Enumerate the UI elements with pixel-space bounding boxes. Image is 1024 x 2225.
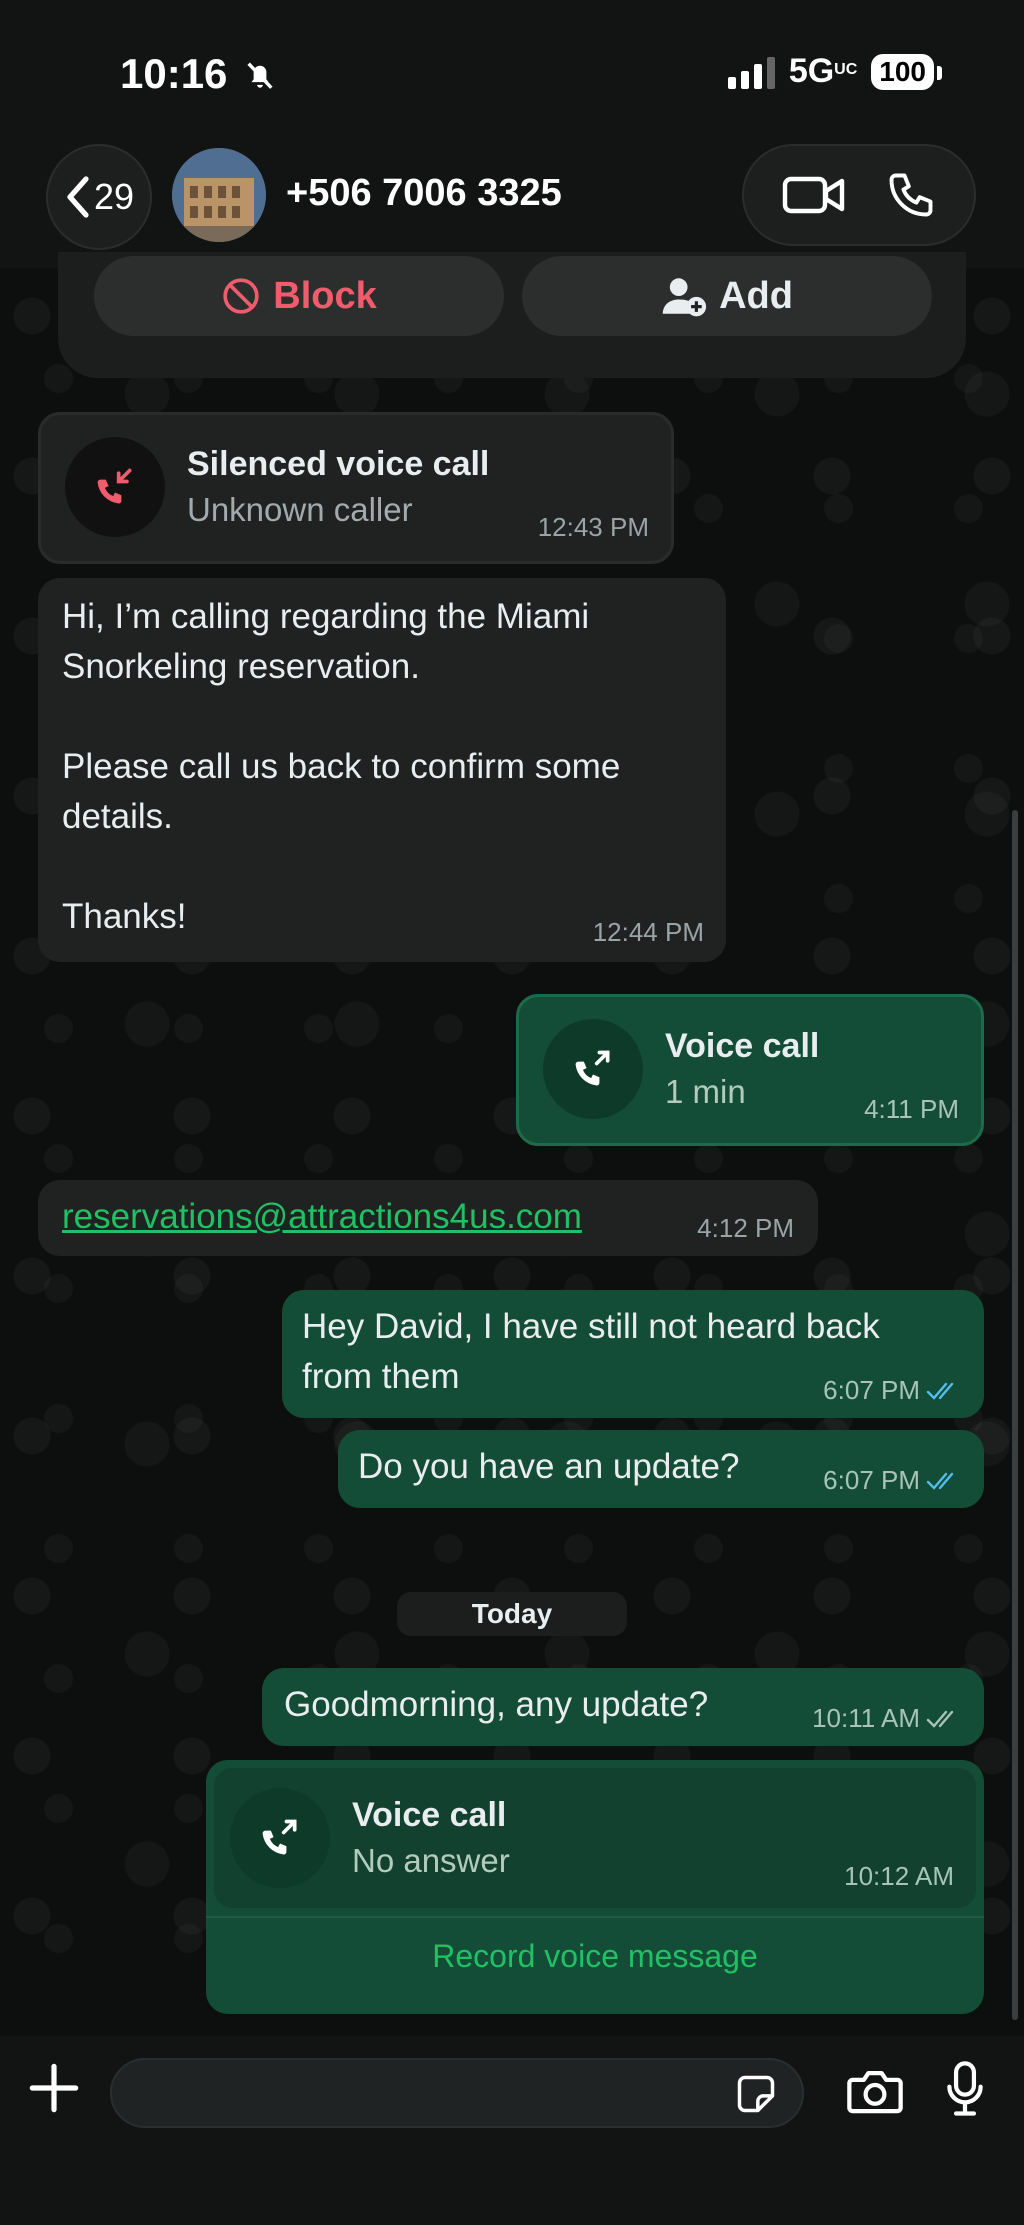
block-button[interactable]: Block <box>94 256 504 336</box>
time-label: 10:11 AM <box>812 1703 920 1733</box>
status-bar: 10:16 5GUC 100 <box>0 0 1024 140</box>
video-call-icon[interactable] <box>782 173 846 217</box>
call-subtitle: No answer <box>352 1842 510 1879</box>
time-label: 6:07 PM <box>823 1375 920 1405</box>
message-line: from them <box>302 1357 460 1396</box>
message-time: 6:07 PM <box>823 1375 962 1406</box>
time-label: 10:12 AM <box>844 1861 954 1891</box>
message-line: Snorkeling reservation. <box>62 647 420 686</box>
network-suffix: UC <box>834 61 858 78</box>
message-outgoing-call-no-answer[interactable]: Voice call No answer 10:12 AM Record voi… <box>206 1760 984 2014</box>
unknown-contact-card: Block Add <box>58 252 966 378</box>
record-voice-message-button[interactable]: Record voice message <box>206 1938 984 1975</box>
message-email-link[interactable]: reservations@attractions4us.com 4:12 PM <box>38 1180 818 1256</box>
sticker-icon[interactable] <box>734 2072 778 2116</box>
message-line: Please call us back to confirm some <box>62 747 621 786</box>
call-summary[interactable]: Voice call No answer 10:12 AM <box>214 1768 976 1908</box>
message-line: Thanks! <box>62 897 187 936</box>
outgoing-call-icon <box>575 1050 610 1086</box>
message-body: Hey David, I have still not heard back f… <box>302 1302 880 1402</box>
email-link[interactable]: reservations@attractions4us.com <box>62 1192 582 1242</box>
plus-icon[interactable] <box>28 2062 80 2114</box>
avatar[interactable] <box>172 148 266 242</box>
call-subtitle: Unknown caller <box>187 491 413 528</box>
double-check-icon <box>926 1710 954 1728</box>
call-actions <box>742 144 976 246</box>
battery-indicator: 100 <box>871 53 942 90</box>
time-label: 4:12 PM <box>697 1213 794 1243</box>
missed-call-icon <box>97 468 132 504</box>
double-check-icon <box>926 1472 954 1490</box>
message-time: 4:11 PM <box>864 1094 959 1125</box>
status-indicators: 5GUC 100 <box>727 52 942 91</box>
phone-icon[interactable] <box>885 169 937 221</box>
missed-call-icon-wrap <box>65 437 165 537</box>
contact-name[interactable]: +506 7006 3325 <box>286 172 562 215</box>
message-outgoing-text[interactable]: Goodmorning, any update? 10:11 AM <box>262 1668 984 1746</box>
network-type: 5G <box>788 52 835 90</box>
message-time: 10:12 AM <box>844 1861 954 1892</box>
date-divider: Today <box>397 1592 627 1636</box>
chat-header: 29 +506 7006 3325 <box>0 140 1024 268</box>
clock: 10:16 <box>120 50 228 97</box>
add-label: Add <box>719 274 793 317</box>
camera-icon[interactable] <box>846 2066 904 2116</box>
message-outgoing-text[interactable]: Hey David, I have still not heard back f… <box>282 1290 984 1418</box>
message-time: 6:07 PM <box>823 1465 962 1496</box>
time-label: 12:43 PM <box>537 512 649 542</box>
message-time: 10:11 AM <box>812 1703 962 1734</box>
message-line-blank <box>62 842 620 892</box>
call-subtitle: 1 min <box>665 1073 746 1110</box>
message-body: Hi, I’m calling regarding the Miami Snor… <box>62 592 620 942</box>
message-outgoing-call[interactable]: Voice call 1 min 4:11 PM <box>516 994 984 1146</box>
outgoing-call-icon-wrap <box>543 1019 643 1119</box>
time-label: 6:07 PM <box>823 1465 920 1495</box>
chevron-left-icon <box>67 176 89 218</box>
message-line-blank <box>62 692 620 742</box>
outgoing-call-icon <box>262 1819 297 1855</box>
call-title: Voice call <box>665 1027 820 1065</box>
time-label: 12:44 PM <box>592 917 704 947</box>
network-label: 5GUC <box>789 52 857 91</box>
message-composer <box>0 2036 1024 2225</box>
mute-bell-icon <box>247 62 273 89</box>
block-label: Block <box>273 274 377 317</box>
message-time: 4:12 PM <box>697 1213 794 1244</box>
message-incoming-text[interactable]: Hi, I’m calling regarding the Miami Snor… <box>38 578 726 962</box>
message-body: Goodmorning, any update? <box>284 1685 709 1724</box>
outgoing-call-icon-wrap <box>230 1788 330 1888</box>
message-body: Do you have an update? <box>358 1447 740 1486</box>
avatar-image <box>172 148 266 242</box>
block-icon <box>223 278 259 314</box>
status-time: 10:16 <box>120 50 277 98</box>
back-button[interactable]: 29 <box>46 144 152 250</box>
mic-icon[interactable] <box>944 2060 986 2118</box>
message-time: 12:43 PM <box>538 512 649 543</box>
call-title: Silenced voice call <box>187 445 490 483</box>
message-line: Hey David, I have still not heard back <box>302 1307 880 1346</box>
call-title: Voice call <box>352 1796 507 1834</box>
message-input[interactable] <box>110 2058 804 2128</box>
message-silenced-call[interactable]: Silenced voice call Unknown caller 12:43… <box>38 412 674 564</box>
add-contact-button[interactable]: Add <box>522 256 932 336</box>
add-contact-icon <box>662 278 707 317</box>
scrollbar[interactable] <box>1012 810 1018 2020</box>
message-outgoing-text[interactable]: Do you have an update? 6:07 PM <box>338 1430 984 1508</box>
time-label: 4:11 PM <box>864 1094 959 1124</box>
unread-count: 29 <box>93 176 135 217</box>
message-line: details. <box>62 797 173 836</box>
message-line: Hi, I’m calling regarding the Miami <box>62 597 590 636</box>
signal-icon <box>727 55 775 89</box>
divider <box>206 1916 984 1918</box>
message-time: 12:44 PM <box>593 917 704 948</box>
double-check-icon <box>926 1382 954 1400</box>
